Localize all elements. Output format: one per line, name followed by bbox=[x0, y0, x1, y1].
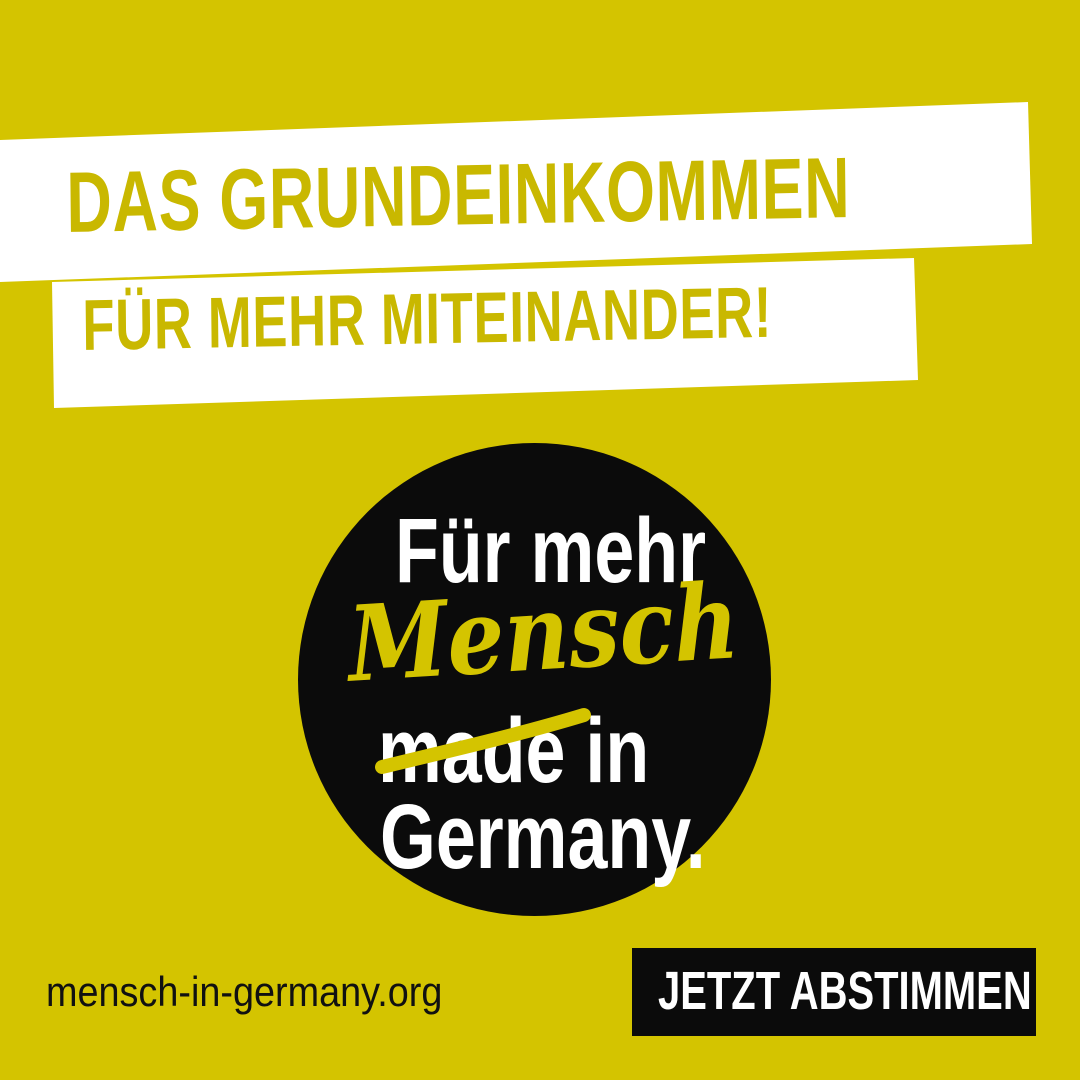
poster: DAS GRUNDEINKOMMEN FÜR MEHR MITEINANDER!… bbox=[0, 0, 1080, 1080]
slogan-badge: Für mehr Mensch made in Germany. bbox=[298, 443, 771, 916]
headline-banner: DAS GRUNDEINKOMMEN FÜR MEHR MITEINANDER! bbox=[0, 0, 1080, 420]
vote-now-label: JETZT ABSTIMMEN bbox=[658, 961, 1032, 1021]
website-url[interactable]: mensch-in-germany.org bbox=[46, 968, 442, 1016]
headline-line-1: DAS GRUNDEINKOMMEN bbox=[65, 140, 851, 251]
strike-through-mark bbox=[375, 708, 591, 774]
vote-now-button[interactable]: JETZT ABSTIMMEN bbox=[632, 948, 1036, 1036]
headline-line-2: FÜR MEHR MITEINANDER! bbox=[81, 272, 773, 366]
